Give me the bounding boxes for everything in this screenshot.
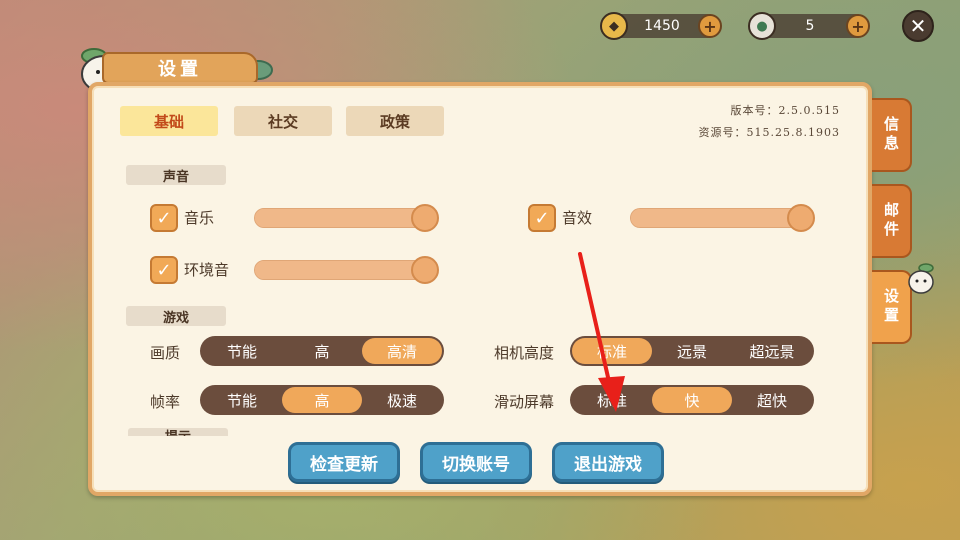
side-tab-mail-label: 邮件 <box>882 202 900 240</box>
gem-value: 5 <box>805 18 815 34</box>
quality-label: 画质 <box>150 344 181 362</box>
effects-volume-knob[interactable] <box>787 204 815 232</box>
music-volume-slider[interactable] <box>254 204 439 232</box>
scroll-speed-selector: 标准 快 超快 <box>570 385 814 415</box>
camera-height-selector: 标准 远景 超远景 <box>570 336 814 366</box>
ambient-checkbox[interactable]: ✓ <box>150 256 178 284</box>
music-checkbox[interactable]: ✓ <box>150 204 178 232</box>
close-button[interactable]: ✕ <box>902 10 934 42</box>
exit-game-button[interactable]: 退出游戏 <box>552 442 664 482</box>
plus-icon: + <box>851 16 865 36</box>
checkmark-icon: ✓ <box>156 259 172 281</box>
plus-icon: + <box>703 16 717 36</box>
coin-counter: ◆ 1450 + <box>600 12 722 40</box>
close-icon: ✕ <box>909 14 927 38</box>
framerate-label: 帧率 <box>150 393 181 411</box>
radish-mascot-small-icon <box>908 263 934 294</box>
side-tab-mail[interactable]: 邮件 <box>872 184 912 258</box>
add-coins-button[interactable]: + <box>698 14 722 38</box>
gem-icon: ● <box>748 12 776 40</box>
resource-version: 资源号：515.25.8.1903 <box>698 126 840 139</box>
section-next-label-text: 提示 <box>128 428 228 436</box>
page-title: 设置 <box>102 52 258 84</box>
section-game-label: 游戏 <box>126 306 226 326</box>
music-volume-knob[interactable] <box>411 204 439 232</box>
add-gems-button[interactable]: + <box>846 14 870 38</box>
music-label: 音乐 <box>184 209 215 227</box>
effects-checkbox[interactable]: ✓ <box>528 204 556 232</box>
settings-panel: 基础 社交 政策 版本号：2.5.0.515 资源号：515.25.8.1903… <box>88 82 872 496</box>
quality-option-hd[interactable]: 高清 <box>362 338 442 364</box>
ambient-volume-fill <box>255 261 437 279</box>
camera-option-far[interactable]: 远景 <box>652 338 732 364</box>
camera-option-very-far[interactable]: 超远景 <box>732 338 812 364</box>
scroll-option-standard[interactable]: 标准 <box>572 387 652 413</box>
tab-policy[interactable]: 政策 <box>346 106 444 136</box>
quality-selector: 节能 高 高清 <box>200 336 444 366</box>
quality-option-high[interactable]: 高 <box>282 338 362 364</box>
effects-volume-slider[interactable] <box>630 204 815 232</box>
scroll-option-fast[interactable]: 快 <box>652 387 732 413</box>
ambient-volume-slider[interactable] <box>254 256 439 284</box>
framerate-option-extreme[interactable]: 极速 <box>362 387 442 413</box>
side-tab-info[interactable]: 信息 <box>872 98 912 172</box>
app-version: 版本号：2.5.0.515 <box>730 104 840 117</box>
side-tab-info-label: 信息 <box>882 116 900 154</box>
effects-volume-fill <box>631 209 813 227</box>
section-next-label: 提示 <box>128 428 228 436</box>
section-sound-label: 声音 <box>126 165 226 185</box>
camera-height-label: 相机高度 <box>494 344 555 362</box>
tab-basic[interactable]: 基础 <box>120 106 218 136</box>
coin-value: 1450 <box>644 18 680 34</box>
check-update-button[interactable]: 检查更新 <box>288 442 400 482</box>
music-volume-fill <box>255 209 437 227</box>
effects-label: 音效 <box>562 209 593 227</box>
switch-account-button[interactable]: 切换账号 <box>420 442 532 482</box>
scroll-option-very-fast[interactable]: 超快 <box>732 387 812 413</box>
checkmark-icon: ✓ <box>156 207 172 229</box>
tab-social[interactable]: 社交 <box>234 106 332 136</box>
framerate-option-high[interactable]: 高 <box>282 387 362 413</box>
framerate-selector: 节能 高 极速 <box>200 385 444 415</box>
checkmark-icon: ✓ <box>534 207 550 229</box>
ambient-volume-knob[interactable] <box>411 256 439 284</box>
ambient-label: 环境音 <box>184 261 230 279</box>
side-tab-settings-label: 设置 <box>882 288 900 326</box>
framerate-option-power-save[interactable]: 节能 <box>202 387 282 413</box>
camera-option-standard[interactable]: 标准 <box>572 338 652 364</box>
scroll-speed-label: 滑动屏幕 <box>494 393 555 411</box>
gem-counter: ● 5 + <box>748 12 870 40</box>
quality-option-power-save[interactable]: 节能 <box>202 338 282 364</box>
coin-icon: ◆ <box>600 12 628 40</box>
